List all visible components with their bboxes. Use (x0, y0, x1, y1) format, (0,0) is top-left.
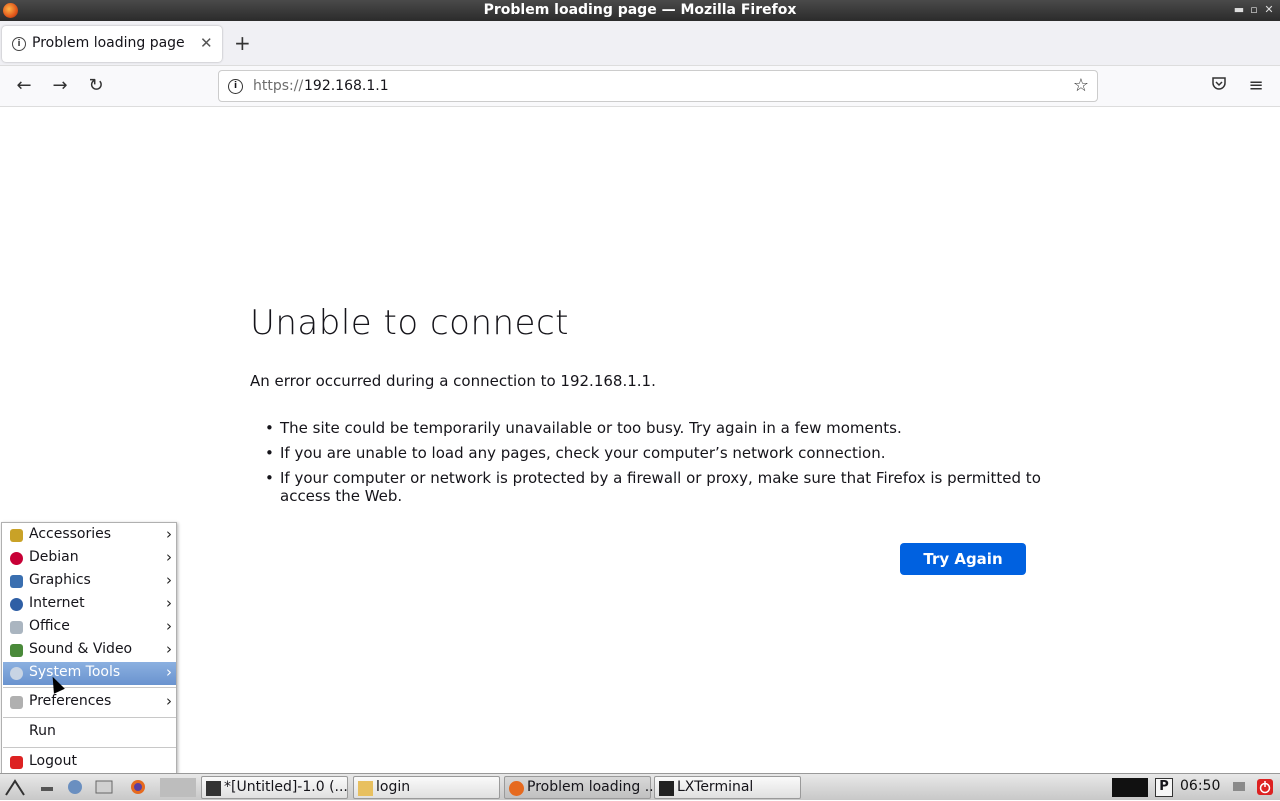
bookmark-star-icon[interactable]: ☆ (1073, 75, 1089, 96)
menu-item-system-tools[interactable]: System Tools › (3, 662, 176, 685)
close-window-icon[interactable]: ✕ (1262, 3, 1276, 17)
menu-item-graphics[interactable]: Graphics › (3, 570, 176, 593)
menu-item-label: Logout (29, 753, 77, 769)
menu-separator (3, 717, 176, 718)
terminal-icon (659, 781, 674, 796)
internet-icon (10, 598, 23, 611)
menu-item-label: Office (29, 618, 70, 634)
menu-item-office[interactable]: Office › (3, 616, 176, 639)
menu-separator (3, 687, 176, 688)
menu-item-logout[interactable]: Logout (3, 751, 176, 774)
task-untitled[interactable]: *[Untitled]-1.0 (... (201, 776, 348, 799)
chevron-right-icon: › (166, 617, 172, 635)
start-menu: Accessories › Debian › Graphics › Intern… (1, 522, 177, 774)
forward-button[interactable]: → (49, 75, 71, 97)
chevron-right-icon: › (166, 663, 172, 681)
tab-problem-loading[interactable]: i Problem loading page ✕ (2, 26, 222, 62)
graphics-icon (10, 575, 23, 588)
menu-item-label: Sound & Video (29, 641, 133, 657)
task-login[interactable]: login (353, 776, 500, 799)
site-info-icon[interactable]: i (228, 79, 243, 94)
error-page: Unable to connect An error occurred duri… (0, 107, 1280, 773)
back-button[interactable]: ← (13, 75, 35, 97)
list-item: If you are unable to load any pages, che… (265, 444, 1045, 462)
chevron-right-icon: › (166, 640, 172, 658)
window-titlebar: Problem loading page — Mozilla Firefox ▬… (0, 0, 1280, 21)
power-icon[interactable] (1256, 778, 1276, 797)
taskbar: *[Untitled]-1.0 (... login Problem loadi… (0, 773, 1280, 800)
editor-icon (206, 781, 221, 796)
error-title: Unable to connect (250, 303, 569, 343)
nav-bar: ← → ↻ i https:// 192.168.1.1 ☆ ≡ (0, 66, 1280, 107)
info-icon: i (12, 37, 26, 51)
firefox-icon (509, 781, 524, 796)
window-title: Problem loading page — Mozilla Firefox (483, 2, 797, 18)
menu-separator (3, 747, 176, 748)
logout-icon (10, 756, 23, 769)
menu-item-label: Internet (29, 595, 85, 611)
pager-icon[interactable] (160, 778, 196, 797)
minimize-icon[interactable]: ▬ (1232, 3, 1246, 17)
menu-item-label: Preferences (29, 693, 112, 709)
file-manager-icon[interactable] (65, 778, 85, 797)
firefox-launcher-icon[interactable] (128, 778, 148, 797)
cpu-monitor-icon (1112, 778, 1148, 797)
tab-strip: i Problem loading page ✕ + (0, 21, 1280, 66)
folder-icon (358, 781, 373, 796)
task-firefox[interactable]: Problem loading ... (504, 776, 658, 799)
reload-button[interactable]: ↻ (85, 75, 107, 97)
system-tools-icon (10, 667, 23, 680)
menu-item-sound-video[interactable]: Sound & Video › (3, 639, 176, 662)
task-label: *[Untitled]-1.0 (... (224, 779, 348, 795)
chevron-right-icon: › (166, 594, 172, 612)
error-suggestions: The site could be temporarily unavailabl… (265, 419, 1045, 512)
network-icon[interactable] (1230, 778, 1250, 797)
sound-video-icon (10, 644, 23, 657)
task-label: login (376, 779, 411, 795)
workspace-icon[interactable] (94, 778, 114, 797)
start-menu-button[interactable] (4, 778, 25, 797)
menu-item-label: System Tools (29, 664, 121, 680)
chevron-right-icon: › (166, 571, 172, 589)
keyboard-layout-icon[interactable]: P (1155, 778, 1173, 797)
url-bar[interactable]: i https:// 192.168.1.1 ☆ (218, 70, 1098, 102)
url-scheme: https:// (253, 78, 304, 94)
menu-item-preferences[interactable]: Preferences › (3, 691, 176, 714)
menu-item-label: Accessories (29, 526, 112, 542)
menu-item-internet[interactable]: Internet › (3, 593, 176, 616)
list-item: The site could be temporarily unavailabl… (265, 419, 1045, 437)
debian-icon (10, 552, 23, 565)
try-again-button[interactable]: Try Again (900, 543, 1026, 575)
task-label: Problem loading ... (527, 779, 659, 795)
url-host: 192.168.1.1 (304, 78, 389, 94)
maximize-icon[interactable]: ▫ (1247, 3, 1261, 17)
pocket-icon[interactable] (1208, 75, 1230, 97)
close-tab-icon[interactable]: ✕ (200, 34, 213, 52)
preferences-icon (10, 696, 23, 709)
chevron-right-icon: › (166, 548, 172, 566)
hamburger-menu-icon[interactable]: ≡ (1245, 75, 1267, 97)
chevron-right-icon: › (166, 692, 172, 710)
clock: 06:50 (1180, 778, 1221, 794)
menu-item-label: Run (29, 723, 56, 739)
error-message: An error occurred during a connection to… (250, 372, 656, 390)
show-desktop-icon[interactable] (38, 778, 58, 797)
task-label: LXTerminal (677, 779, 754, 795)
task-lxterminal[interactable]: LXTerminal (654, 776, 801, 799)
menu-item-accessories[interactable]: Accessories › (3, 524, 176, 547)
menu-item-run[interactable]: Run (3, 721, 176, 744)
chevron-right-icon: › (166, 525, 172, 543)
menu-item-label: Debian (29, 549, 79, 565)
menu-item-label: Graphics (29, 572, 91, 588)
menu-item-debian[interactable]: Debian › (3, 547, 176, 570)
list-item: If your computer or network is protected… (265, 469, 1045, 505)
tab-label: Problem loading page (32, 35, 185, 51)
new-tab-button[interactable]: + (234, 31, 251, 55)
accessories-icon (10, 529, 23, 542)
office-icon (10, 621, 23, 634)
